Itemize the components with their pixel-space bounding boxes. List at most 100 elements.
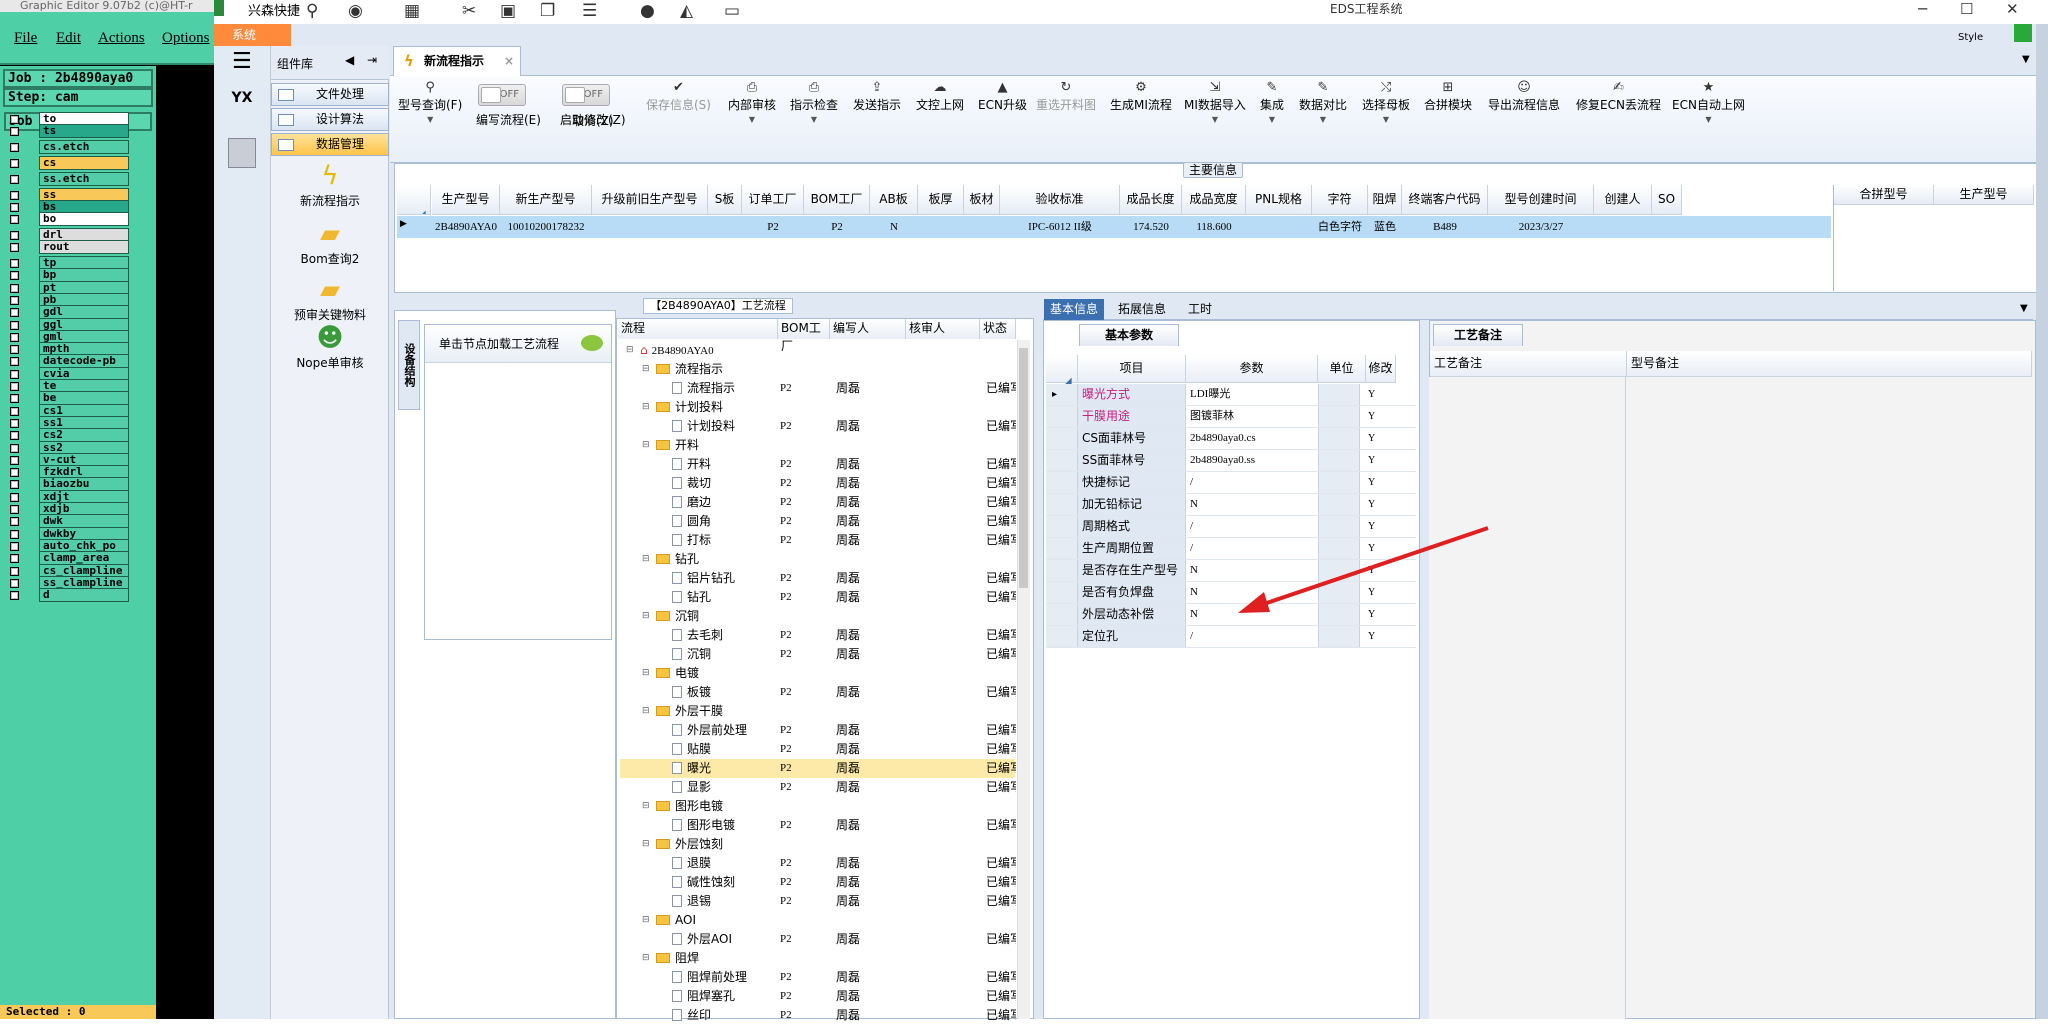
tree-column-header[interactable]: 状态	[980, 319, 1016, 339]
collapse-icon[interactable]: ⊟	[642, 360, 650, 379]
layer-checkbox[interactable]	[10, 468, 19, 478]
param-value[interactable]: 2b4890aya0.ss	[1186, 450, 1314, 471]
tab-process-notes[interactable]: 工艺备注	[1433, 324, 1523, 346]
tab-new-flow[interactable]: ϟ 新流程指示 ×	[393, 46, 521, 76]
ribbon-button-14[interactable]: ✎ 数据对比 ▼	[1299, 80, 1347, 124]
process-notes-column[interactable]	[1429, 377, 1626, 1019]
layer-checkbox[interactable]	[10, 554, 19, 564]
ribbon-button-15[interactable]: ⤭ 选择母板 ▼	[1362, 80, 1410, 124]
layer-checkbox[interactable]	[10, 243, 19, 252]
layer-row[interactable]: cs	[6, 156, 129, 171]
param-column-header[interactable]: 项目	[1078, 355, 1186, 383]
tree-group[interactable]: ⊟ 外层干膜	[620, 702, 1015, 721]
splitter-2[interactable]	[1420, 320, 1429, 1019]
param-row[interactable]: 加无铅标记 N Y	[1046, 494, 1416, 516]
ribbon-button-16[interactable]: ⊞ 合拼模块	[1424, 80, 1472, 113]
tree-node[interactable]: 曝光 P2 周磊 已编写	[620, 759, 1016, 778]
ribbon-button-8[interactable]: ☁ 文控上网	[916, 80, 964, 113]
layer-checkbox[interactable]	[10, 406, 19, 416]
notes-column-header[interactable]: 工艺备注	[1430, 351, 1627, 377]
layer-checkbox[interactable]	[10, 480, 19, 490]
minimize-icon[interactable]: ─	[1918, 0, 1927, 18]
tree-node[interactable]: 裁切 P2 周磊 已编写	[620, 474, 1016, 493]
ribbon-button-17[interactable]: ☺ 导出流程信息	[1488, 80, 1560, 113]
detail-tab-2[interactable]: 工时	[1182, 299, 1218, 320]
tree-group[interactable]: ⊟ 图形电镀	[620, 797, 1015, 816]
splitter[interactable]	[1034, 318, 1043, 1019]
tree-column-header[interactable]: BOM工厂	[778, 319, 830, 353]
column-header[interactable]: 验收标准	[1000, 185, 1120, 215]
layer-checkbox[interactable]	[10, 591, 19, 601]
column-header[interactable]: SO	[1652, 185, 1682, 215]
grid-cell[interactable]: 白色字符	[1312, 216, 1368, 238]
tree-group[interactable]: ⊟ 计划投料	[620, 398, 1015, 417]
layer-checkbox[interactable]	[10, 345, 19, 355]
menu-options[interactable]: Options	[162, 30, 210, 47]
calculator-icon[interactable]	[228, 138, 256, 168]
ribbon-button-1[interactable]: 编写流程(E)	[476, 111, 541, 128]
search-icon[interactable]: ⚲	[306, 1, 318, 21]
layer-checkbox[interactable]	[10, 215, 19, 224]
column-header[interactable]: 板材	[964, 185, 1000, 215]
tree-group[interactable]: ⊟ AOI	[620, 911, 1015, 930]
save-icon[interactable]: ▣	[500, 1, 516, 21]
layer-row[interactable]: bo	[6, 212, 129, 227]
layer-checkbox[interactable]	[10, 566, 19, 576]
grid-cell[interactable]	[1652, 216, 1682, 238]
tree-column-header[interactable]: 流程	[618, 319, 778, 339]
menu-file[interactable]: File	[14, 30, 37, 47]
detail-tab-0[interactable]: 基本信息	[1044, 299, 1105, 320]
param-row[interactable]: ▸ 曝光方式 LDI曝光 Y	[1046, 384, 1416, 406]
layer-row[interactable]: ss.etch	[6, 172, 129, 187]
layer-checkbox[interactable]	[10, 455, 19, 465]
detail-tab-1[interactable]: 拓展信息	[1112, 299, 1172, 320]
grid-cell[interactable]	[964, 216, 1000, 238]
layer-checkbox[interactable]	[10, 369, 19, 379]
tool-3[interactable]: ☻ Nope单审核	[271, 322, 389, 371]
layer-row[interactable]: rout	[6, 240, 129, 255]
layer-checkbox[interactable]	[10, 308, 19, 318]
tree-node[interactable]: 板镀 P2 周磊 已编写	[620, 683, 1016, 702]
layer-checkbox[interactable]	[10, 320, 19, 330]
layer-checkbox[interactable]	[10, 271, 19, 281]
param-column-header[interactable]: 单位	[1318, 355, 1366, 383]
grid-cell[interactable]: 118.600	[1182, 216, 1246, 238]
tool-0[interactable]: ϟ 新流程指示	[271, 160, 389, 209]
style-label[interactable]: Style	[1958, 32, 1983, 43]
layer-checkbox[interactable]	[10, 203, 19, 212]
collapse-icon[interactable]: ⊟	[642, 702, 650, 721]
sidebar-item-0[interactable]: 文件处理	[271, 83, 389, 106]
ribbon-button-6[interactable]: ⎙ 指示检查 ▼	[790, 80, 838, 124]
tree-node[interactable]: 图形电镀 P2 周磊 已编写	[620, 816, 1016, 835]
layer-checkbox[interactable]	[10, 175, 19, 184]
list-icon[interactable]: ☰	[582, 1, 597, 21]
tree-node[interactable]: 外层AOI P2 周磊 已编写	[620, 930, 1016, 949]
grid-cell[interactable]: 174.520	[1120, 216, 1182, 238]
grid-cell[interactable]	[592, 216, 708, 238]
tree-group[interactable]: ⊟ 外层蚀刻	[620, 835, 1015, 854]
tree-node[interactable]: 打标 P2 周磊 已编写	[620, 531, 1016, 550]
collapse-left-icon[interactable]: ◀	[345, 53, 354, 67]
column-header[interactable]: 型号创建时间	[1488, 185, 1594, 215]
ribbon-button-0[interactable]: ⚲ 型号查询(F) ▼	[398, 80, 462, 124]
grid-cell[interactable]: 2B4890AYA0	[432, 216, 500, 238]
layer-row[interactable]: d	[6, 588, 129, 603]
tree-group[interactable]: ⊟ 沉铜	[620, 607, 1015, 626]
layer-checkbox[interactable]	[10, 505, 19, 514]
grid-cell[interactable]	[918, 216, 964, 238]
param-row[interactable]: SS面菲林号 2b4890aya0.ss Y	[1046, 450, 1416, 472]
window-icon[interactable]: ▭	[724, 1, 740, 21]
tool-2[interactable]: ▰ 预审关键物料	[271, 274, 389, 323]
layer-row[interactable]: ts	[6, 124, 129, 139]
grid-cell[interactable]	[708, 216, 742, 238]
layer-checkbox[interactable]	[10, 332, 19, 342]
yx-logo-icon[interactable]: YX	[226, 90, 258, 124]
menu-edit[interactable]: Edit	[56, 30, 81, 47]
grid-cell[interactable]: N	[870, 216, 918, 238]
column-header[interactable]: PNL规格	[1246, 185, 1312, 215]
ribbon-button-3[interactable]: 取消(Z)	[572, 112, 614, 129]
menu-icon[interactable]: ☰	[232, 51, 254, 73]
param-value[interactable]: 图镀菲林	[1186, 406, 1314, 427]
grid-cell[interactable]: B489	[1402, 216, 1488, 238]
ribbon-button-10[interactable]: ↻ 重选开料图	[1036, 80, 1096, 113]
